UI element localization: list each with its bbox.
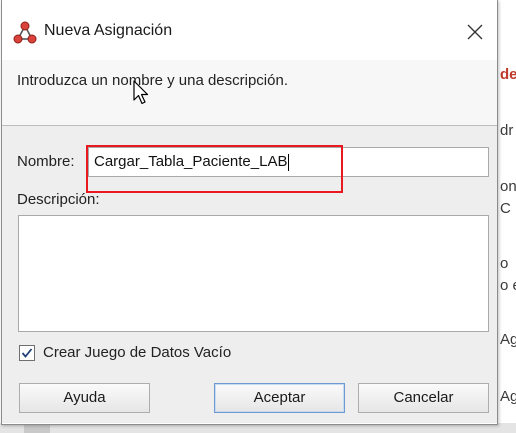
name-input-value: Cargar_Tabla_Paciente_LAB (94, 153, 288, 170)
background-text-fragment: on (500, 178, 516, 195)
background-text-fragment: Ag (500, 388, 516, 405)
background-text-fragment: dr (500, 122, 514, 139)
cancel-button[interactable]: Cancelar (358, 383, 489, 413)
title-bar[interactable]: Nueva Asignación (2, 0, 497, 60)
ok-button[interactable]: Aceptar (214, 383, 345, 413)
checkmark-icon (21, 348, 33, 358)
create-empty-dataset-checkbox[interactable] (19, 345, 35, 361)
background-text-fragment: Ag (500, 331, 516, 348)
description-label: Descripción: (17, 191, 100, 208)
close-icon (467, 24, 483, 40)
help-button[interactable]: Ayuda (19, 383, 150, 413)
name-label: Nombre: (17, 153, 75, 170)
close-button[interactable] (457, 15, 493, 49)
create-empty-dataset-label[interactable]: Crear Juego de Datos Vacío (43, 344, 231, 361)
background-text-fragment: C (500, 200, 511, 217)
description-textarea[interactable] (18, 215, 489, 332)
app-network-icon (13, 21, 37, 45)
new-assignment-dialog: Nueva Asignación Introduzca un nombre y … (1, 0, 498, 425)
text-caret (288, 153, 290, 171)
dialog-title: Nueva Asignación (44, 22, 173, 39)
mouse-pointer-icon (133, 80, 153, 111)
background-text-fragment: o e (500, 277, 516, 294)
background-text-fragment: o (500, 255, 509, 272)
name-input[interactable]: Cargar_Tabla_Paciente_LAB (88, 147, 489, 177)
background-window-strip: de dr on C o o e Ag Ag (498, 0, 516, 433)
dialog-header: Introduzca un nombre y una descripción. (2, 60, 497, 126)
dialog-body: Nombre: Cargar_Tabla_Paciente_LAB Descri… (2, 126, 497, 423)
background-text-fragment: de (500, 66, 516, 83)
